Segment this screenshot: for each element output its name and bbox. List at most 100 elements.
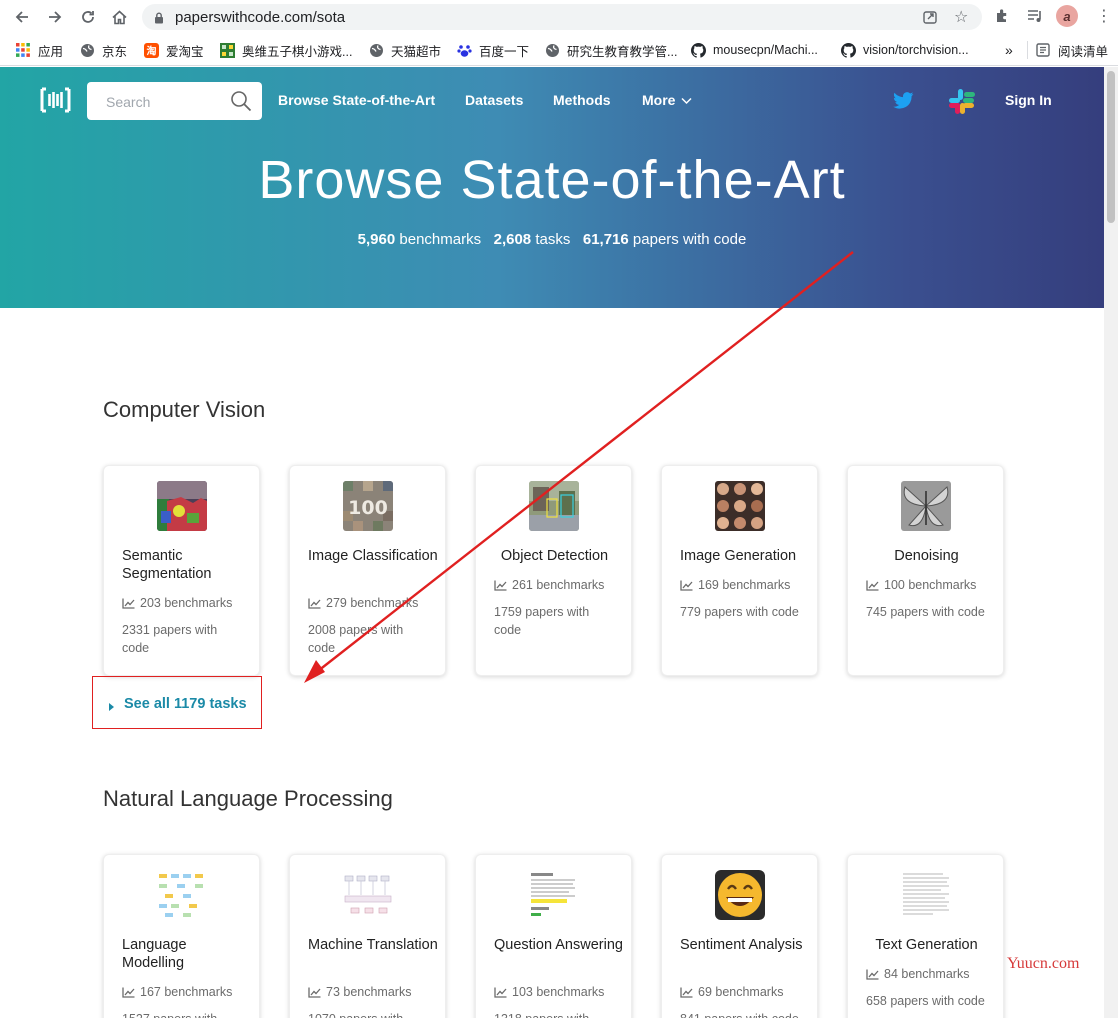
profile-avatar[interactable]: a bbox=[1056, 5, 1078, 27]
task-card-object-detection[interactable]: Object Detection 261 benchmarks 1759 pap… bbox=[475, 465, 632, 676]
line-chart-icon bbox=[494, 987, 507, 998]
task-benchmarks: 100 benchmarks bbox=[866, 578, 976, 592]
globe-icon bbox=[544, 42, 560, 58]
papers-with-code: 658 papers with code bbox=[866, 994, 985, 1008]
paperswithcode-logo-icon[interactable] bbox=[40, 87, 71, 118]
sign-in-link[interactable]: Sign In bbox=[1005, 92, 1052, 108]
task-card-language-modelling[interactable]: Language Modelling 167 benchmarks 1527 p… bbox=[103, 854, 260, 1018]
bookmarks-overflow[interactable]: » bbox=[1005, 34, 1013, 66]
bookmark-label: mousecpn/Machi... bbox=[713, 43, 818, 57]
search-icon[interactable] bbox=[230, 90, 252, 117]
question-answering-thumbnail bbox=[529, 870, 579, 920]
twitter-icon[interactable] bbox=[893, 92, 914, 114]
forward-icon[interactable] bbox=[44, 6, 66, 28]
nav-more[interactable]: More bbox=[642, 92, 692, 108]
task-name: Semantic Segmentation bbox=[122, 548, 212, 582]
address-bar[interactable]: paperswithcode.com/sota ☆ bbox=[142, 4, 982, 30]
task-benchmarks: 103 benchmarks bbox=[494, 985, 604, 999]
caret-right-icon bbox=[108, 699, 115, 717]
task-benchmarks: 73 benchmarks bbox=[308, 985, 411, 999]
task-name: Text Generation bbox=[875, 937, 978, 953]
task-benchmarks: 261 benchmarks bbox=[494, 578, 604, 592]
task-card-question-answering[interactable]: Question Answering 103 benchmarks 1318 p… bbox=[475, 854, 632, 1018]
bookmark-label: 爱淘宝 bbox=[166, 44, 204, 59]
bookmark-apps[interactable]: 应用 bbox=[15, 34, 63, 66]
bookmark-taobao[interactable]: 淘 爱淘宝 bbox=[143, 34, 204, 66]
extensions-icon[interactable] bbox=[994, 7, 1012, 30]
bookmark-label: 研究生教育教学管... bbox=[567, 44, 678, 59]
media-control-icon[interactable] bbox=[1026, 7, 1044, 30]
task-card-image-classification[interactable]: 100 Image Classification 279 benchmarks … bbox=[289, 465, 446, 676]
benchmarks-count: 103 benchmarks bbox=[512, 985, 605, 999]
browser-menu-icon[interactable]: ⋮ bbox=[1096, 6, 1112, 26]
bookmark-grad-edu[interactable]: 研究生教育教学管... bbox=[544, 34, 677, 66]
benchmarks-count: 84 benchmarks bbox=[884, 967, 970, 981]
scrollbar-thumb[interactable] bbox=[1107, 71, 1115, 223]
bookmark-baidu[interactable]: 百度一下 bbox=[456, 34, 529, 66]
watermark-text: Yuucn.com bbox=[1007, 955, 1080, 972]
chevron-down-icon bbox=[681, 97, 692, 105]
task-card-machine-translation[interactable]: Machine Translation 73 benchmarks 1070 p… bbox=[289, 854, 446, 1018]
stat-papers-label: papers with code bbox=[632, 231, 747, 248]
task-card-semantic-segmentation[interactable]: Semantic Segmentation 203 benchmarks 233… bbox=[103, 465, 260, 676]
apps-grid-icon bbox=[15, 42, 31, 58]
papers-with-code: 1318 papers with code bbox=[494, 1010, 619, 1018]
nav-methods[interactable]: Methods bbox=[553, 92, 611, 108]
object-detection-thumbnail bbox=[529, 481, 579, 531]
see-all-tasks-link[interactable]: See all 1179 tasks bbox=[92, 676, 262, 729]
browser-toolbar: paperswithcode.com/sota ☆ a ⋮ bbox=[0, 0, 1118, 34]
nav-browse-sota[interactable]: Browse State-of-the-Art bbox=[278, 92, 435, 108]
line-chart-icon bbox=[308, 987, 321, 998]
bookmark-gomoku[interactable]: 奥维五子棋小游戏... bbox=[219, 34, 352, 66]
svg-text:淘: 淘 bbox=[146, 44, 156, 57]
bookmark-label: 应用 bbox=[38, 44, 64, 59]
bookmark-github-torchvision[interactable]: vision/torchvision... bbox=[840, 34, 969, 66]
benchmarks-count: 69 benchmarks bbox=[698, 985, 784, 999]
papers-with-code: 2008 papers with code bbox=[308, 623, 404, 655]
bookmark-label: vision/torchvision... bbox=[863, 43, 969, 57]
task-card-text-generation[interactable]: Text Generation 84 benchmarks 658 papers… bbox=[847, 854, 1004, 1018]
search-input[interactable]: Search bbox=[106, 94, 150, 110]
github-icon bbox=[690, 42, 706, 58]
svg-text:100: 100 bbox=[348, 497, 388, 519]
github-icon bbox=[840, 42, 856, 58]
task-card-denoising[interactable]: Denoising 100 benchmarks 745 papers with… bbox=[847, 465, 1004, 676]
stat-tasks-label: tasks bbox=[535, 231, 571, 248]
task-benchmarks: 279 benchmarks bbox=[308, 596, 418, 610]
reload-icon[interactable] bbox=[77, 6, 99, 28]
page-viewport: Search Browse State-of-the-Art Datasets … bbox=[0, 67, 1104, 1018]
stat-tasks-value: 2,608 bbox=[493, 231, 532, 248]
line-chart-icon bbox=[494, 580, 507, 591]
task-card-image-generation[interactable]: Image Generation 169 benchmarks 779 pape… bbox=[661, 465, 818, 676]
stat-benchmarks-label: benchmarks bbox=[399, 231, 482, 248]
task-card-sentiment-analysis[interactable]: Sentiment Analysis 69 benchmarks 841 pap… bbox=[661, 854, 818, 1018]
game-icon bbox=[219, 42, 235, 58]
task-name: Language Modelling bbox=[122, 937, 187, 971]
nav-datasets[interactable]: Datasets bbox=[465, 92, 523, 108]
globe-icon bbox=[79, 42, 95, 58]
bookmark-jd[interactable]: 京东 bbox=[79, 34, 127, 66]
line-chart-icon bbox=[308, 598, 321, 609]
reading-list-icon bbox=[1035, 42, 1051, 58]
bookmark-tmall[interactable]: 天猫超市 bbox=[368, 34, 441, 66]
slack-icon[interactable] bbox=[948, 88, 975, 120]
home-icon[interactable] bbox=[108, 6, 130, 28]
line-chart-icon bbox=[122, 987, 135, 998]
stat-benchmarks-value: 5,960 bbox=[357, 231, 396, 248]
image-classification-thumbnail: 100 bbox=[343, 481, 393, 531]
bookmark-github-mousecpn[interactable]: mousecpn/Machi... bbox=[690, 34, 818, 66]
page-scrollbar[interactable] bbox=[1104, 67, 1118, 1018]
semantic-segmentation-thumbnail bbox=[157, 481, 207, 531]
language-modelling-thumbnail bbox=[157, 870, 207, 920]
share-icon[interactable] bbox=[922, 9, 938, 30]
bookmark-star-icon[interactable]: ☆ bbox=[954, 7, 968, 27]
benchmarks-count: 167 benchmarks bbox=[140, 985, 233, 999]
task-name: Question Answering bbox=[494, 937, 623, 953]
task-benchmarks: 69 benchmarks bbox=[680, 985, 783, 999]
reading-list[interactable]: 阅读清单 bbox=[1027, 41, 1108, 59]
task-name: Image Generation bbox=[680, 548, 797, 564]
line-chart-icon bbox=[122, 598, 135, 609]
benchmarks-count: 261 benchmarks bbox=[512, 578, 605, 592]
back-icon[interactable] bbox=[11, 6, 33, 28]
search-box[interactable]: Search bbox=[87, 82, 262, 120]
